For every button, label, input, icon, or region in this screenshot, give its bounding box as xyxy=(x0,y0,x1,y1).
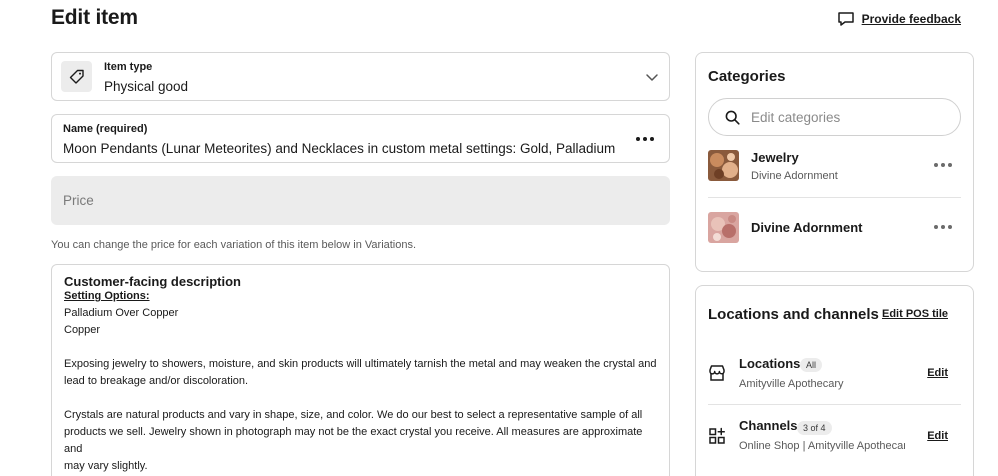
item-type-value: Physical good xyxy=(104,79,189,94)
edit-locations-link[interactable]: Edit xyxy=(927,367,948,379)
page-title: Edit item xyxy=(51,6,138,29)
name-label: Name (required) xyxy=(63,123,148,135)
edit-channels-link[interactable]: Edit xyxy=(927,430,948,442)
provide-feedback-link[interactable]: Provide feedback xyxy=(837,10,961,28)
description-subheading: Setting Options: xyxy=(64,290,150,302)
description-line: Palladium Over Copper xyxy=(64,307,179,319)
tag-icon xyxy=(61,61,92,92)
categories-search[interactable] xyxy=(708,98,961,136)
category-item[interactable]: Divine Adornment xyxy=(708,212,961,246)
locations-detail: Amityville Apothecary xyxy=(739,378,844,390)
category-name: Jewelry xyxy=(751,150,799,165)
category-more-options-button[interactable] xyxy=(934,163,952,167)
divider xyxy=(708,404,961,405)
variations-hint: You can change the price for each variat… xyxy=(51,239,417,251)
price-input[interactable]: Price xyxy=(51,176,670,225)
category-more-options-button[interactable] xyxy=(934,225,952,229)
add-grid-icon xyxy=(709,427,725,444)
locations-label: Locations xyxy=(739,356,801,371)
description-line: Copper xyxy=(64,324,101,336)
category-thumbnail xyxy=(708,150,739,181)
channels-label: Channels xyxy=(739,418,798,433)
categories-card: Categories Jewelry Divine Adornment xyxy=(695,52,974,272)
name-field[interactable]: Name (required) Moon Pendants (Lunar Met… xyxy=(51,114,670,163)
locations-channels-card: Locations and channels Edit POS tile Loc… xyxy=(695,285,974,476)
price-placeholder: Price xyxy=(63,193,94,208)
description-textarea[interactable]: Customer-facing description Setting Opti… xyxy=(51,264,670,476)
description-line: may vary slightly. xyxy=(64,460,148,472)
description-line: Crystals are natural products and vary i… xyxy=(64,409,643,421)
category-parent: Divine Adornment xyxy=(751,170,838,182)
locations-channels-title: Locations and channels xyxy=(708,306,879,323)
channels-detail: Online Shop | Amityville Apothecary xyxy=(739,440,905,452)
description-line: products we sell. Jewelry shown in photo… xyxy=(64,426,643,455)
locations-badge: All xyxy=(800,358,823,372)
edit-pos-tile-link[interactable]: Edit POS tile xyxy=(882,308,948,320)
category-name: Divine Adornment xyxy=(751,220,863,235)
categories-search-input[interactable] xyxy=(751,109,941,125)
category-thumbnail xyxy=(708,212,739,243)
item-type-label: Item type xyxy=(104,61,153,73)
search-icon xyxy=(725,110,740,125)
channels-badge: 3 of 4 xyxy=(797,421,832,435)
description-line: lead to breakage and/or discoloration. xyxy=(64,375,249,387)
chevron-down-icon xyxy=(646,74,658,81)
description-line: Exposing jewelry to showers, moisture, a… xyxy=(64,358,657,370)
speech-bubble-icon xyxy=(837,12,854,26)
store-icon xyxy=(709,365,725,381)
description-label: Customer-facing description xyxy=(64,274,241,289)
item-type-select[interactable]: Item type Physical good xyxy=(51,52,670,101)
name-input[interactable]: Moon Pendants (Lunar Meteorites) and Nec… xyxy=(63,141,618,156)
categories-title: Categories xyxy=(708,68,786,85)
divider xyxy=(708,197,961,198)
name-more-options-button[interactable] xyxy=(636,137,654,141)
feedback-label: Provide feedback xyxy=(861,12,961,26)
category-item[interactable]: Jewelry Divine Adornment xyxy=(708,150,961,184)
